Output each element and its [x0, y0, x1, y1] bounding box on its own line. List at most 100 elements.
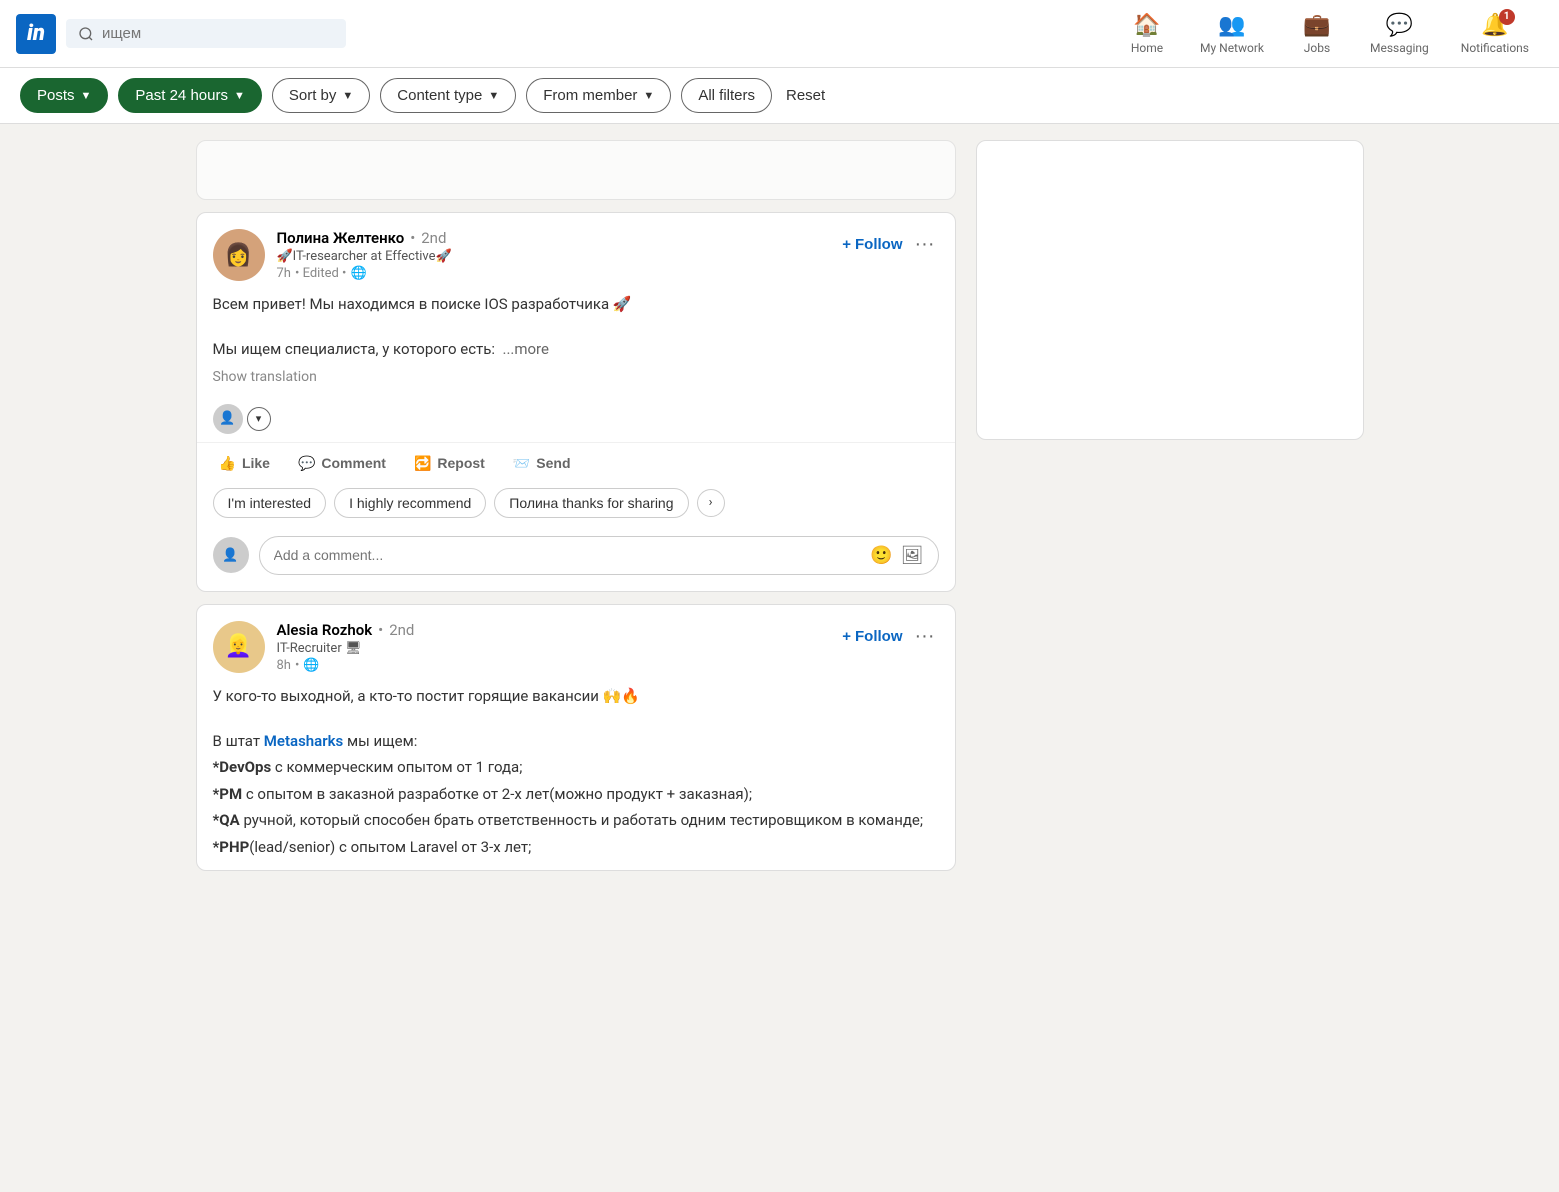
post-line2-polina: Мы ищем специалиста, у которого есть: ..… — [213, 338, 939, 361]
like-button-polina[interactable]: 👍 Like — [205, 447, 284, 480]
author-degree-label-polina: 2nd — [421, 229, 446, 247]
reply-chip-thanks-polina[interactable]: Полина thanks for sharing — [494, 488, 688, 518]
show-translation-polina[interactable]: Show translation — [213, 367, 939, 388]
posts-filter-label: Posts — [37, 87, 75, 104]
repost-button-polina[interactable]: 🔁 Repost — [400, 447, 499, 480]
post-time-text-alesia: 8h — [277, 658, 291, 673]
reply-chip-interested-polina[interactable]: I'm interested — [213, 488, 327, 518]
post-body-alesia: У кого-то выходной, а кто-то постит горя… — [197, 673, 955, 871]
reaction-avatars-polina: 👤 ▾ — [213, 404, 271, 434]
post-item2-alesia: *PM с опытом в заказной разработке от 2-… — [213, 783, 939, 806]
nav-jobs[interactable]: 💼 Jobs — [1282, 5, 1352, 63]
reply-chip-recommend-polina[interactable]: I highly recommend — [334, 488, 486, 518]
reply-more-chevron-polina[interactable]: › — [697, 489, 725, 517]
search-input[interactable]: ищем — [102, 25, 334, 42]
author-degree-alesia: • — [378, 621, 383, 639]
nav-messaging[interactable]: 💬 Messaging — [1356, 5, 1443, 63]
reaction-bar-polina: 👤 ▾ — [197, 400, 955, 443]
jobs-icon: 💼 — [1303, 13, 1330, 38]
nav-my-network-label: My Network — [1200, 41, 1264, 55]
follow-label-alesia: Follow — [855, 628, 903, 645]
comment-box-polina: 👤 🙂 🖼 — [197, 530, 955, 591]
reaction-expand-polina[interactable]: ▾ — [247, 407, 271, 431]
comment-label-polina: Comment — [321, 455, 386, 471]
post-author-polina: Полина Желтенко • 2nd — [277, 229, 831, 247]
post-card-alesia: 👱‍♀️ Alesia Rozhok • 2nd IT-Recruiter 🖥 … — [196, 604, 956, 872]
nav-home-label: Home — [1131, 41, 1163, 55]
comment-avatar-polina: 👤 — [213, 537, 249, 573]
past24-filter-btn[interactable]: Past 24 hours ▼ — [118, 78, 261, 113]
sidebar-ad — [976, 140, 1364, 440]
linkedin-logo[interactable]: in — [16, 14, 56, 54]
nav-home[interactable]: 🏠 Home — [1112, 5, 1182, 63]
contenttype-filter-btn[interactable]: Content type ▼ — [380, 78, 516, 113]
frommember-filter-label: From member — [543, 87, 637, 104]
frommember-filter-btn[interactable]: From member ▼ — [526, 78, 671, 113]
post-meta-alesia: Alesia Rozhok • 2nd IT-Recruiter 🖥 8h • … — [277, 621, 831, 673]
author-name-polina[interactable]: Полина Желтенко — [277, 229, 405, 247]
post-main-alesia: В штат Metasharks мы ищем: — [213, 730, 939, 753]
my-network-icon: 👥 — [1218, 13, 1245, 38]
follow-label-polina: Follow — [855, 236, 903, 253]
sortby-filter-btn[interactable]: Sort by ▼ — [272, 78, 370, 113]
image-button-polina[interactable]: 🖼 — [901, 545, 924, 566]
more-button-polina[interactable]: ··· — [911, 229, 939, 260]
posts-chevron-icon: ▼ — [81, 90, 92, 102]
search-icon — [78, 26, 94, 42]
emoji-button-polina[interactable]: 🙂 — [870, 545, 892, 566]
post-meta-polina: Полина Желтенко • 2nd 🚀IT-researcher at … — [277, 229, 831, 281]
author-name-alesia[interactable]: Alesia Rozhok — [277, 621, 373, 639]
send-label-polina: Send — [536, 455, 570, 471]
main-layout: 👩 Полина Желтенко • 2nd 🚀IT-researcher a… — [180, 124, 1380, 887]
past24-chevron-icon: ▼ — [234, 90, 245, 102]
contenttype-chevron-icon: ▼ — [488, 90, 499, 102]
comment-icon-polina: 💬 — [298, 455, 315, 472]
filter-bar: Posts ▼ Past 24 hours ▼ Sort by ▼ Conten… — [0, 68, 1559, 124]
action-bar-polina: 👍 Like 💬 Comment 🔁 Repost 📨 Send — [197, 443, 955, 484]
send-button-polina[interactable]: 📨 Send — [499, 447, 585, 480]
nav-notifications[interactable]: 🔔 1 Notifications — [1447, 5, 1543, 63]
search-bar[interactable]: ищем — [66, 19, 346, 48]
messaging-icon: 💬 — [1386, 13, 1413, 38]
post-item1-alesia: *DevOps с коммерческим опытом от 1 года; — [213, 756, 939, 779]
posts-filter-btn[interactable]: Posts ▼ — [20, 78, 108, 113]
more-link-polina[interactable]: ...more — [502, 340, 548, 358]
post-time-text-polina: 7h — [277, 266, 291, 281]
follow-button-alesia[interactable]: + Follow — [842, 628, 902, 645]
post-title-polina: 🚀IT-researcher at Effective🚀 — [277, 249, 831, 264]
nav-my-network[interactable]: 👥 My Network — [1186, 5, 1278, 63]
avatar-polina[interactable]: 👩 — [213, 229, 265, 281]
like-icon-polina: 👍 — [219, 455, 236, 472]
author-degree-polina: • — [410, 229, 415, 247]
globe-icon-polina: 🌐 — [350, 266, 366, 281]
more-button-alesia[interactable]: ··· — [911, 621, 939, 652]
nav-notifications-label: Notifications — [1461, 41, 1529, 55]
post-title-alesia: IT-Recruiter 🖥 — [277, 641, 831, 656]
notification-badge: 1 — [1499, 9, 1515, 25]
metasharks-link[interactable]: Metasharks — [264, 732, 343, 750]
post-intro-alesia: У кого-то выходной, а кто-то постит горя… — [213, 685, 939, 708]
post-author-alesia: Alesia Rozhok • 2nd — [277, 621, 831, 639]
sidebar-column — [976, 140, 1364, 871]
post-dot-alesia: • — [295, 658, 299, 673]
reaction-avatar-1-polina: 👤 — [213, 404, 243, 434]
send-icon-polina: 📨 — [513, 455, 530, 472]
comment-input-polina[interactable] — [274, 547, 863, 563]
contenttype-filter-label: Content type — [397, 87, 482, 104]
comment-button-polina[interactable]: 💬 Comment — [284, 447, 400, 480]
post-edited-polina: • Edited • — [295, 266, 346, 281]
reset-label: Reset — [786, 87, 825, 104]
comment-input-wrap-polina[interactable]: 🙂 🖼 — [259, 536, 939, 575]
avatar-alesia[interactable]: 👱‍♀️ — [213, 621, 265, 673]
reset-filter-btn[interactable]: Reset — [782, 79, 829, 112]
partial-card-top — [196, 140, 956, 200]
post-item4-alesia: *PHP(lead/senior) с опытом Laravel от 3-… — [213, 836, 939, 859]
nav-jobs-label: Jobs — [1304, 41, 1330, 55]
post-card-polina: 👩 Полина Желтенко • 2nd 🚀IT-researcher a… — [196, 212, 956, 592]
follow-button-polina[interactable]: + Follow — [842, 236, 902, 253]
allfilters-filter-btn[interactable]: All filters — [681, 78, 772, 113]
repost-label-polina: Repost — [437, 455, 484, 471]
post-time-polina: 7h • Edited • 🌐 — [277, 266, 831, 281]
frommember-chevron-icon: ▼ — [643, 90, 654, 102]
repost-icon-polina: 🔁 — [414, 455, 431, 472]
